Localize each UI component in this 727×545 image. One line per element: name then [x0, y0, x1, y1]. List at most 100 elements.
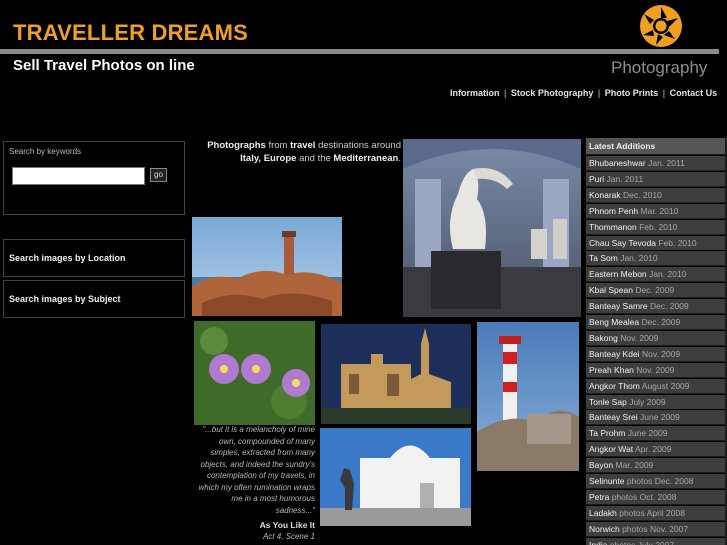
latest-item[interactable]: Ladakh photos April 2008: [586, 504, 725, 520]
latest-item-place[interactable]: Phnom Penh: [589, 206, 638, 216]
latest-item-date: Mar. 2009: [615, 460, 654, 471]
intro-word: .: [398, 153, 401, 164]
latest-item-date: photos Nov. 2007: [622, 523, 689, 534]
search-by-location-link[interactable]: Search images by Location: [9, 253, 126, 263]
camera-aperture-icon[interactable]: [634, 2, 688, 50]
latest-item[interactable]: Chau Say Tevoda Feb. 2010: [586, 234, 725, 250]
latest-item-place[interactable]: Ta Som: [589, 253, 618, 263]
latest-item-date: photos Oct. 2008: [611, 491, 677, 502]
latest-item[interactable]: Ta Som Jan. 2010: [586, 250, 725, 266]
site-tagline: Sell Travel Photos on line: [13, 57, 195, 74]
latest-item-place[interactable]: Ladakh: [589, 508, 617, 518]
latest-item[interactable]: Ta Prohm June 2009: [586, 425, 725, 441]
latest-item[interactable]: Banteay Kdei Nov. 2009: [586, 345, 725, 361]
nav-photo-prints[interactable]: Photo Prints: [605, 88, 659, 98]
latest-item-place[interactable]: India: [589, 540, 607, 545]
latest-item-date: Mar. 2010: [640, 205, 679, 216]
latest-item-date: photos July 2007: [609, 539, 675, 545]
intro-word: Italy, Europe: [240, 153, 297, 164]
latest-item[interactable]: Preah Khan Nov. 2009: [586, 361, 725, 377]
photo-red-lighthouse[interactable]: [477, 322, 579, 471]
photo-white-church-statue[interactable]: [320, 428, 471, 526]
latest-item-place[interactable]: Selinunte: [589, 476, 624, 486]
latest-item[interactable]: Banteay Srei June 2009: [586, 409, 725, 425]
latest-item-date: Feb. 2010: [658, 237, 697, 248]
search-by-subject-link[interactable]: Search images by Subject: [9, 294, 121, 304]
latest-item[interactable]: Kbal Spean Dec. 2009: [586, 282, 725, 298]
latest-item-date: photos April 2008: [619, 507, 685, 518]
nav-separator: |: [504, 88, 507, 98]
quote-source: As You Like It: [259, 520, 315, 530]
photo-lighthouse-rocks[interactable]: [192, 217, 342, 316]
latest-item-date: Nov. 2009: [620, 332, 659, 343]
latest-item[interactable]: Angkor Thom August 2009: [586, 377, 725, 393]
latest-item[interactable]: Bakong Nov. 2009: [586, 329, 725, 345]
latest-item[interactable]: India photos July 2007: [586, 536, 725, 545]
latest-item-date: Dec. 2010: [623, 189, 662, 200]
photo-statue-gallery[interactable]: [403, 139, 581, 317]
latest-item-place[interactable]: Norwich: [589, 524, 620, 534]
latest-item-place[interactable]: Bhubaneshwar: [589, 158, 646, 168]
latest-item-place[interactable]: Preah Khan: [589, 365, 634, 375]
latest-item-place[interactable]: Banteay Samre: [589, 301, 648, 311]
latest-item-place[interactable]: Kbal Spean: [589, 285, 633, 295]
latest-item[interactable]: Norwich photos Nov. 2007: [586, 520, 725, 536]
photo-cathedral[interactable]: [321, 324, 471, 424]
latest-item-date: June 2009: [640, 412, 680, 423]
go-button[interactable]: go: [150, 168, 167, 182]
latest-item-place[interactable]: Angkor Thom: [589, 381, 640, 391]
latest-item-place[interactable]: Tonle Sap: [589, 397, 627, 407]
latest-item-place[interactable]: Banteay Kdei: [589, 349, 640, 359]
keyword-search-panel: Search by keywords go: [3, 141, 185, 215]
quote-act: Act 4, Scene 1: [262, 532, 315, 541]
photo-purple-flowers[interactable]: [194, 321, 315, 425]
location-search-panel[interactable]: Search images by Location: [3, 239, 185, 277]
latest-item-place[interactable]: Puri: [589, 174, 604, 184]
latest-item[interactable]: Petra photos Oct. 2008: [586, 488, 725, 504]
latest-item-place[interactable]: Beng Mealea: [589, 317, 639, 327]
latest-item[interactable]: Thommanon Feb. 2010: [586, 218, 725, 234]
nav-separator: |: [662, 88, 666, 98]
latest-item-place[interactable]: Bayon: [589, 460, 613, 470]
latest-item[interactable]: Selinunte photos Dec. 2008: [586, 473, 725, 488]
latest-item[interactable]: Beng Mealea Dec. 2009: [586, 314, 725, 329]
latest-item-place[interactable]: Ta Prohm: [589, 428, 625, 438]
latest-item[interactable]: Tonle Sap July 2009: [586, 393, 725, 409]
nav-information[interactable]: Information: [450, 88, 500, 98]
latest-item[interactable]: Eastern Mebon Jan. 2010: [586, 266, 725, 282]
latest-item[interactable]: Bayon Mar. 2009: [586, 457, 725, 473]
latest-item[interactable]: Phnom Penh Mar. 2010: [586, 202, 725, 218]
intro-text: Photographs from travel destinations aro…: [197, 139, 401, 165]
subject-search-panel[interactable]: Search images by Subject: [3, 280, 185, 318]
site-title[interactable]: TRAVELLER DREAMS: [13, 20, 248, 46]
latest-item[interactable]: Bhubaneshwar Jan. 2011: [586, 155, 725, 170]
latest-item-place[interactable]: Banteay Srei: [589, 412, 638, 422]
search-label: Search by keywords: [9, 147, 82, 156]
top-navigation: Information | Stock Photography | Photo …: [450, 88, 717, 98]
latest-item[interactable]: Banteay Samre Dec. 2009: [586, 298, 725, 314]
latest-item-place[interactable]: Angkor Wat: [589, 444, 633, 454]
latest-item-date: June 2009: [627, 428, 668, 439]
latest-item[interactable]: Puri Jan. 2011: [586, 170, 725, 186]
latest-item-date: August 2009: [641, 380, 690, 391]
nav-separator: |: [597, 88, 601, 98]
latest-item-place[interactable]: Konarak: [589, 190, 621, 200]
latest-item-place[interactable]: Thommanon: [589, 222, 637, 232]
latest-item-place[interactable]: Eastern Mebon: [589, 269, 647, 279]
latest-item-date: Nov. 2009: [636, 364, 675, 375]
intro-word: travel: [290, 140, 316, 151]
latest-item-date: July 2009: [629, 396, 666, 407]
latest-additions-heading: Latest Additions: [586, 138, 725, 154]
latest-item-place[interactable]: Bakong: [589, 333, 618, 343]
latest-item-date: Jan. 2010: [649, 269, 687, 280]
latest-item-date: Apr. 2009: [635, 444, 672, 455]
intro-word: from: [268, 140, 288, 151]
latest-item-date: Jan. 2011: [648, 158, 685, 168]
latest-item[interactable]: Angkor Wat Apr. 2009: [586, 441, 725, 457]
latest-item-place[interactable]: Petra: [589, 492, 609, 502]
search-input[interactable]: [12, 167, 145, 185]
nav-stock-photography[interactable]: Stock Photography: [511, 88, 594, 98]
latest-item[interactable]: Konarak Dec. 2010: [586, 186, 725, 202]
latest-item-place[interactable]: Chau Say Tevoda: [589, 238, 656, 248]
nav-contact-us[interactable]: Contact Us: [670, 88, 718, 98]
